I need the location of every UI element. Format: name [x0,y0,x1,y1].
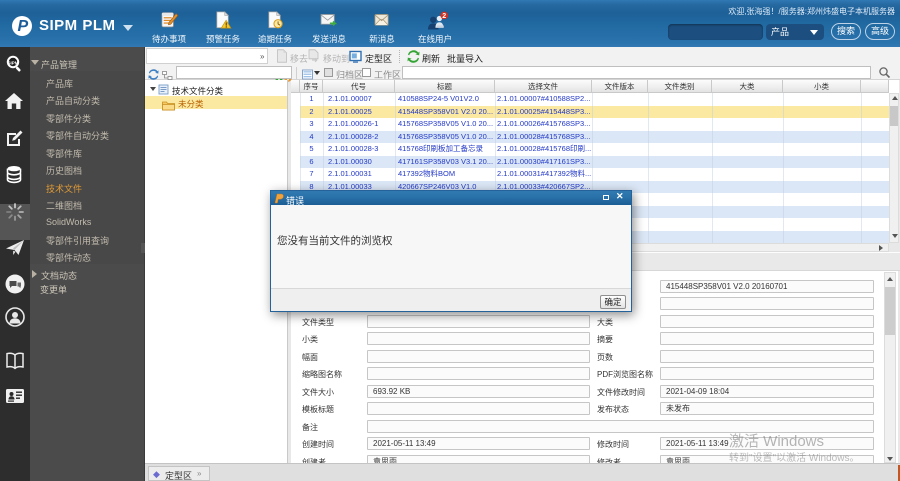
svg-text:2: 2 [442,13,446,20]
svg-text:SIPM: SIPM [7,60,18,65]
